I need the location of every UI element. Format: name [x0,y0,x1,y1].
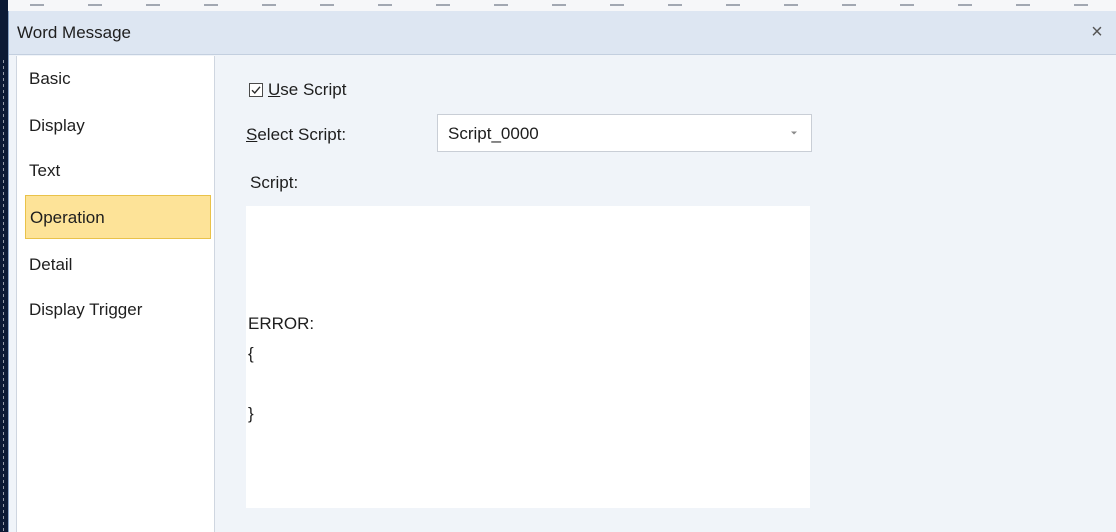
background-window-strip [0,0,1116,11]
dropdown-arrow-icon[interactable] [777,115,811,151]
dialog-title: Word Message [17,23,132,42]
script-editor[interactable]: ERROR: { } [246,206,810,508]
category-nav: Basic Display Text Operation Detail Disp… [16,56,215,532]
selection-dotted-border [3,60,4,532]
background-ruler-marks [30,4,1096,6]
dialog-titlebar[interactable]: Word Message × [9,11,1116,55]
close-icon: × [1091,20,1103,43]
nav-item-basic[interactable]: Basic [25,57,211,101]
background-window-edge [0,0,8,532]
select-script-value: Script_0000 [448,124,539,143]
script-line: } [248,404,254,423]
nav-item-label: Operation [30,208,105,227]
close-button[interactable]: × [1084,19,1110,45]
nav-item-operation[interactable]: Operation [25,195,211,239]
nav-item-display[interactable]: Display [25,104,211,148]
nav-item-label: Basic [29,69,71,88]
select-script-label: Select Script: [246,125,347,144]
nav-item-label: Display Trigger [29,300,143,319]
nav-item-label: Text [29,161,61,180]
word-message-dialog: Word Message × Basic Display Text Operat… [8,11,1116,532]
script-line: ERROR: [248,314,315,333]
nav-item-label: Display [29,116,85,135]
nav-item-label: Detail [29,255,73,274]
nav-item-text[interactable]: Text [25,149,211,193]
select-script-dropdown[interactable]: Script_0000 [437,114,812,152]
checkbox-checked-icon[interactable] [249,83,263,97]
script-line: { [248,344,254,363]
script-label: Script: [250,173,299,192]
use-script-checkbox[interactable]: Use Script [249,80,346,100]
use-script-label: Use Script [268,80,347,99]
nav-item-detail[interactable]: Detail [25,243,211,287]
nav-item-display-trigger[interactable]: Display Trigger [25,288,211,332]
operation-panel: Use Script Select Script: Script_0000 Sc… [216,56,1116,532]
